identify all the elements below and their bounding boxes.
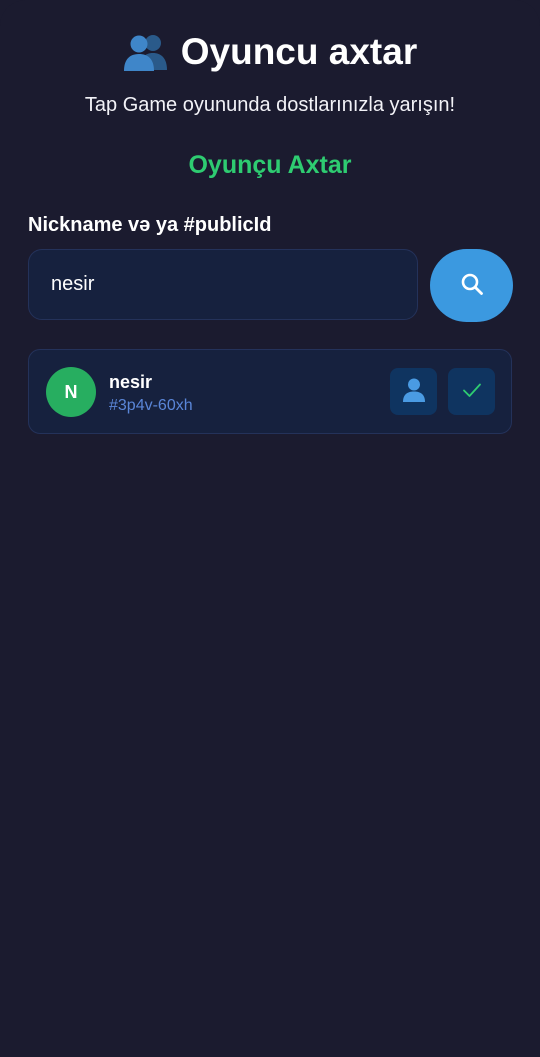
avatar: N <box>46 367 96 417</box>
player-result-card[interactable]: N nesir #3p4v-60xh <box>28 349 512 434</box>
player-public-id: #3p4v-60xh <box>109 397 193 414</box>
search-input[interactable] <box>28 249 418 320</box>
person-icon <box>402 377 426 406</box>
page-subtitle: Tap Game oyununda dostlarınızla yarışın! <box>84 94 456 116</box>
page-header: Oyuncu axtar Tap Game oyununda dostların… <box>0 30 540 119</box>
search-icon <box>460 272 484 299</box>
page-title-row: Oyuncu axtar <box>123 30 417 74</box>
page-title: Oyuncu axtar <box>180 31 418 72</box>
player-name: nesir <box>109 372 153 392</box>
people-icon <box>123 32 169 72</box>
app-panel: Oyuncu axtar Tap Game oyununda dostların… <box>0 0 540 1057</box>
search-section-title: Oyunçu Axtar <box>188 151 352 179</box>
search-button[interactable] <box>430 249 513 322</box>
search-field-label: Nickname və ya #publicId <box>28 214 272 236</box>
view-profile-button[interactable] <box>390 368 437 415</box>
search-row <box>28 249 513 322</box>
friend-added-button[interactable] <box>448 368 495 415</box>
check-icon <box>462 382 482 401</box>
